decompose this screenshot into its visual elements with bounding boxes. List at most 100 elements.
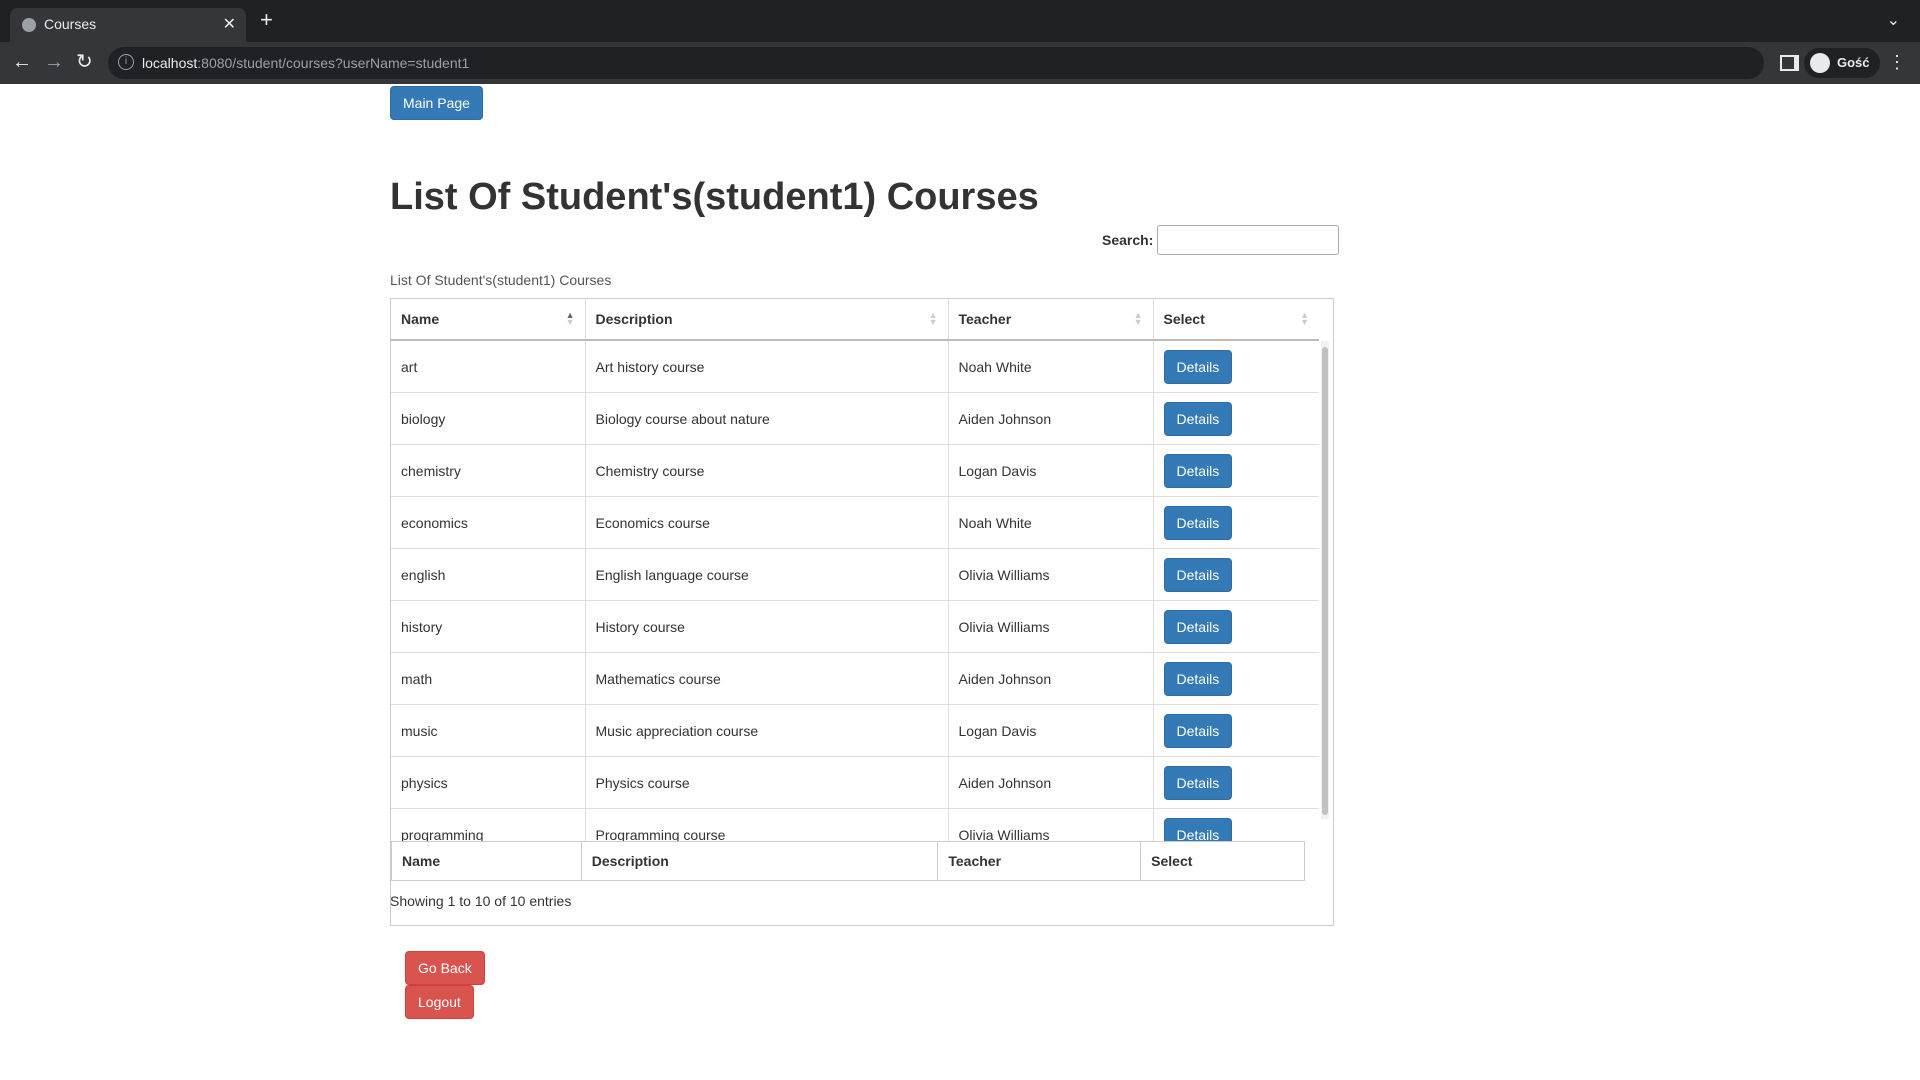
back-arrow-icon[interactable]: ←: [12, 50, 32, 74]
cell-select: Details: [1153, 341, 1319, 393]
column-header-name[interactable]: Name ▲ ▼: [391, 299, 586, 341]
cell-teacher: Logan Davis: [948, 444, 1154, 497]
cell-teacher: Olivia Williams: [948, 548, 1154, 601]
side-panel-icon[interactable]: [1780, 55, 1799, 71]
page-title: List Of Student's(student1) Courses: [390, 176, 1039, 218]
cell-select: Details: [1153, 756, 1319, 809]
column-header-description[interactable]: Description ▲ ▼: [585, 299, 949, 341]
cell-select: Details: [1153, 704, 1319, 757]
table-info: Showing 1 to 10 of 10 entries: [390, 893, 572, 909]
new-tab-icon[interactable]: +: [260, 9, 273, 31]
table-row: history History course Olivia Williams Deta…: [391, 600, 1319, 653]
table-row: math Mathematics course Aiden Johnson Detai…: [391, 652, 1319, 705]
main-page-button[interactable]: Main Page: [390, 86, 483, 120]
table-row: art Art history course Noah White Details: [391, 341, 1319, 393]
details-button[interactable]: Details: [1163, 401, 1233, 436]
sort-ascending-icon: ▲ ▼: [565, 310, 575, 327]
column-header-select[interactable]: Select ▲ ▼: [1153, 299, 1319, 341]
sort-icon: ▲ ▼: [928, 310, 938, 327]
logout-button[interactable]: Logout: [405, 985, 474, 1019]
globe-icon: [22, 18, 36, 32]
cell-description: Mathematics course: [585, 652, 949, 705]
go-back-button[interactable]: Go Back: [405, 951, 485, 985]
cell-description: Art history course: [585, 341, 949, 393]
details-button[interactable]: Details: [1163, 713, 1233, 748]
cell-name: physics: [391, 756, 586, 809]
details-button[interactable]: Details: [1163, 453, 1233, 488]
reload-icon[interactable]: ↻: [76, 50, 93, 74]
footer-description: Description: [580, 841, 939, 881]
browser-tab[interactable]: Courses ✕: [10, 8, 246, 42]
search-input[interactable]: [1157, 225, 1339, 255]
cell-teacher: Aiden Johnson: [948, 392, 1154, 445]
url-host: localhost: [142, 55, 198, 71]
cell-name: economics: [391, 496, 586, 549]
profile-button[interactable]: Gość: [1804, 48, 1880, 78]
column-header-teacher[interactable]: Teacher ▲ ▼: [948, 299, 1154, 341]
menu-kebab-icon[interactable]: ⋮: [1888, 52, 1906, 73]
cell-description: Physics course: [585, 756, 949, 809]
cell-teacher: Olivia Williams: [948, 808, 1154, 841]
tab-search-chevron-icon[interactable]: ⌄: [1887, 10, 1900, 30]
details-button[interactable]: Details: [1163, 505, 1233, 540]
profile-name: Gość: [1837, 55, 1870, 70]
table-row: biology Biology course about nature Aiden …: [391, 392, 1319, 445]
scrollbar-thumb[interactable]: [1322, 347, 1328, 815]
close-tab-icon[interactable]: ✕: [223, 14, 236, 34]
cell-name: chemistry: [391, 444, 586, 497]
cell-teacher: Aiden Johnson: [948, 652, 1154, 705]
cell-teacher: Olivia Williams: [948, 600, 1154, 653]
sort-icon: ▲ ▼: [1300, 310, 1309, 327]
forward-arrow-icon[interactable]: →: [44, 50, 64, 74]
cell-teacher: Noah White: [948, 341, 1154, 393]
table-footer: Name Description Teacher Select: [391, 841, 1305, 881]
details-button[interactable]: Details: [1163, 349, 1233, 384]
cell-teacher: Logan Davis: [948, 704, 1154, 757]
table-body-scroll[interactable]: art Art history course Noah White Details bi…: [391, 341, 1331, 841]
tab-title: Courses: [44, 16, 97, 32]
cell-select: Details: [1153, 652, 1319, 705]
table-row: programming Programming course Olivia Will…: [391, 808, 1319, 841]
table-row: economics Economics course Noah White Detai…: [391, 496, 1319, 549]
info-icon[interactable]: i: [118, 54, 134, 70]
table-row: chemistry Chemistry course Logan Davis Deta…: [391, 444, 1319, 497]
table-scrollbar[interactable]: [1321, 341, 1329, 819]
url-text: localhost:8080/student/courses?userName=…: [142, 55, 469, 71]
table-caption: List Of Student's(student1) Courses: [390, 272, 612, 288]
cell-name: music: [391, 704, 586, 757]
cell-name: biology: [391, 392, 586, 445]
details-button[interactable]: Details: [1163, 661, 1233, 696]
table-row: music Music appreciation course Logan Davi…: [391, 704, 1319, 757]
table-body: art Art history course Noah White Details bi…: [391, 341, 1319, 841]
avatar-icon: [1810, 53, 1830, 73]
cell-description: History course: [585, 600, 949, 653]
details-button[interactable]: Details: [1163, 765, 1233, 800]
browser-toolbar: ← → ↻ i localhost:8080/student/courses?u…: [0, 42, 1920, 84]
details-button[interactable]: Details: [1163, 609, 1233, 644]
cell-description: Economics course: [585, 496, 949, 549]
page-content: Main Page List Of Student's(student1) Co…: [0, 84, 1920, 1080]
cell-select: Details: [1153, 600, 1319, 653]
cell-name: english: [391, 548, 586, 601]
url-path: :8080/student/courses?userName=student1: [197, 55, 470, 71]
cell-description: Music appreciation course: [585, 704, 949, 757]
cell-description: Chemistry course: [585, 444, 949, 497]
sort-icon: ▲ ▼: [1133, 310, 1143, 327]
cell-select: Details: [1153, 808, 1319, 841]
cell-select: Details: [1153, 392, 1319, 445]
cell-name: art: [391, 341, 586, 393]
search-label: Search:: [1102, 232, 1154, 248]
details-button[interactable]: Details: [1163, 557, 1233, 592]
address-bar[interactable]: i localhost:8080/student/courses?userNam…: [108, 47, 1764, 79]
cell-teacher: Noah White: [948, 496, 1154, 549]
cell-select: Details: [1153, 496, 1319, 549]
browser-tab-bar: Courses ✕ + ⌄: [0, 0, 1920, 42]
cell-teacher: Aiden Johnson: [948, 756, 1154, 809]
footer-name: Name: [391, 841, 582, 881]
cell-name: math: [391, 652, 586, 705]
table-row: english English language course Olivia Wil…: [391, 548, 1319, 601]
footer-select: Select: [1140, 841, 1305, 881]
footer-teacher: Teacher: [937, 841, 1142, 881]
details-button[interactable]: Details: [1163, 817, 1233, 841]
cell-name: programming: [391, 808, 586, 841]
